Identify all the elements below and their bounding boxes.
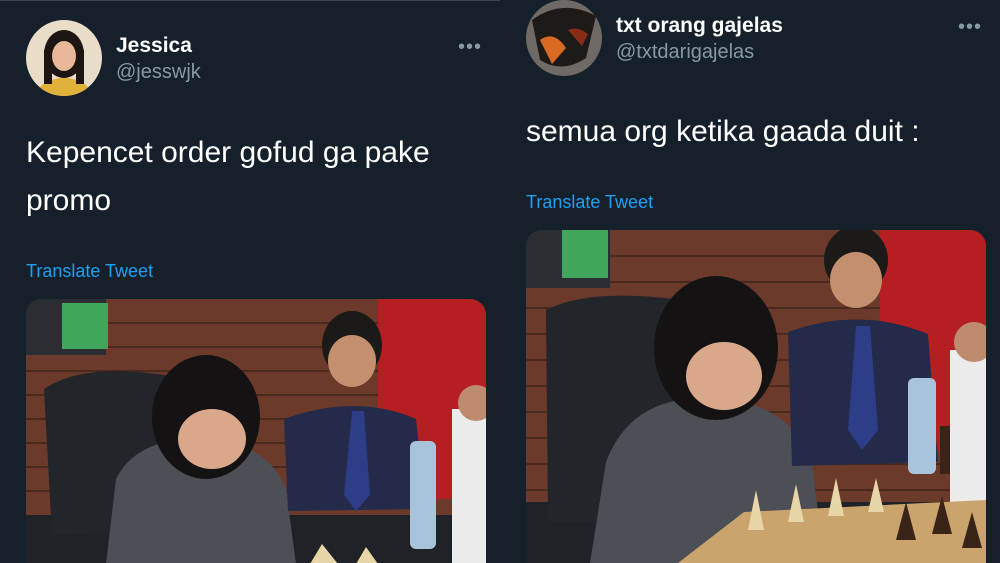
display-name[interactable]: txt orang gajelas bbox=[616, 14, 783, 38]
user-handle[interactable]: @txtdarigajelas bbox=[616, 41, 754, 64]
more-horizontal-icon[interactable]: ••• bbox=[458, 37, 482, 57]
user-handle[interactable]: @jesswjk bbox=[116, 61, 201, 84]
tweet-text: semua org ketika gaada duit : bbox=[526, 115, 920, 148]
translate-tweet-link[interactable]: Translate Tweet bbox=[26, 261, 153, 282]
tweet-card: txt orang gajelas @txtdarigajelas ••• se… bbox=[500, 0, 1000, 563]
more-horizontal-icon[interactable]: ••• bbox=[958, 17, 982, 37]
avatar[interactable] bbox=[26, 20, 102, 96]
tweet-text: Kepencet order gofud ga pake promo bbox=[26, 136, 430, 217]
tweet-media-image[interactable] bbox=[526, 230, 986, 563]
avatar[interactable] bbox=[526, 0, 602, 76]
tweet-media-image[interactable] bbox=[26, 299, 486, 563]
translate-tweet-link[interactable]: Translate Tweet bbox=[526, 192, 653, 213]
tweet-card: Jessica @jesswjk ••• Kepencet order gofu… bbox=[0, 0, 500, 563]
display-name[interactable]: Jessica bbox=[116, 34, 192, 58]
